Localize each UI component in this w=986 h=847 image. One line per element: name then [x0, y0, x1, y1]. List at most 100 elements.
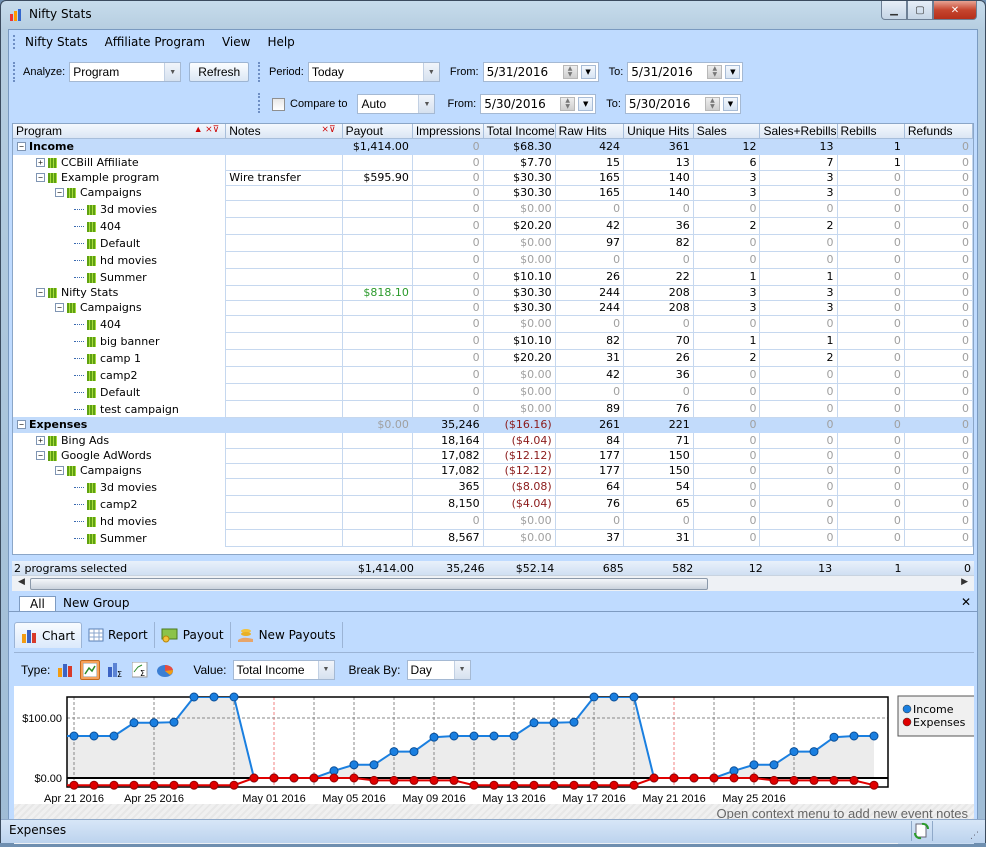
line-sum-icon[interactable]: Σ — [130, 660, 150, 680]
calendar-dropdown-icon[interactable]: ▼ — [578, 97, 594, 111]
minimize-button[interactable]: ▁ — [881, 1, 907, 20]
menu-affiliate-program[interactable]: Affiliate Program — [105, 35, 205, 49]
breakby-select[interactable]: Day ▼ — [406, 659, 471, 680]
pie-chart-icon[interactable] — [155, 660, 175, 680]
collapse-icon[interactable]: − — [55, 188, 64, 197]
sync-icon[interactable] — [911, 821, 933, 841]
spinner-icon[interactable]: ▲ ▼ — [560, 97, 576, 111]
column-header-total-income[interactable]: Total Income — [483, 124, 556, 139]
column-header-sales[interactable]: Sales — [693, 124, 761, 139]
table-row[interactable]: hd movies 0 $0.00 0 0 0 0 0 0 — [13, 251, 973, 269]
table-row[interactable]: 3d movies 365 ($8.08) 64 54 0 0 0 0 — [13, 478, 973, 496]
maximize-button[interactable]: ▢ — [907, 1, 933, 20]
compare-select[interactable]: Auto ▼ — [357, 94, 436, 114]
calendar-dropdown-icon[interactable]: ▼ — [725, 65, 741, 79]
analyze-select[interactable]: Program ▼ — [69, 62, 182, 82]
table-row[interactable]: − Campaigns 0 $30.30 165 140 3 3 0 0 — [13, 185, 973, 201]
close-button[interactable]: ✕ — [933, 1, 977, 20]
line-chart[interactable]: $100.00 $0.00 Apr 21 2016 Apr 25 2016 May 01… — [14, 686, 976, 805]
table-row[interactable]: − Nifty Stats $818.10 0 $30.30 244 208 3 3 0 0 — [13, 285, 973, 301]
filter-clear-icon[interactable]: ▲ ⨯⊽ — [194, 124, 220, 135]
column-header-raw-hits[interactable]: Raw Hits — [555, 124, 625, 139]
collapse-icon[interactable]: − — [36, 173, 45, 182]
table-row[interactable]: 404 0 $0.00 0 0 0 0 0 0 — [13, 315, 973, 333]
toolbar-grip[interactable] — [13, 62, 16, 82]
expand-icon[interactable]: + — [36, 436, 45, 445]
table-row[interactable]: camp2 8,150 ($4.04) 76 65 0 0 0 0 — [13, 495, 973, 513]
table-row[interactable]: test campaign 0 $0.00 89 76 0 0 0 0 — [13, 400, 973, 418]
menu-help[interactable]: Help — [267, 35, 294, 49]
group-row[interactable]: − Income $1,414.00 0 $68.30 424 361 12 13 1 0 — [13, 138, 973, 155]
bar-chart-icon[interactable] — [55, 660, 75, 680]
table-row[interactable]: big banner 0 $10.10 82 70 1 1 0 0 — [13, 332, 973, 350]
table-row[interactable]: 404 0 $20.20 42 36 2 2 0 0 — [13, 217, 973, 235]
collapse-icon[interactable]: − — [36, 451, 45, 460]
group-tab-all[interactable]: All — [19, 596, 56, 611]
table-row[interactable]: hd movies 0 $0.00 0 0 0 0 0 0 — [13, 512, 973, 530]
grid-horizontal-scrollbar[interactable]: ◀ ▶ — [12, 575, 974, 591]
calendar-dropdown-icon[interactable]: ▼ — [722, 97, 738, 111]
table-row[interactable]: Summer 8,567 $0.00 37 31 0 0 0 0 — [13, 529, 973, 547]
tab-new-payouts[interactable]: New Payouts — [231, 622, 343, 648]
group-tab-new-group[interactable]: New Group — [55, 596, 138, 610]
resize-grip-icon[interactable]: ⋰ — [970, 826, 979, 846]
group-row[interactable]: − Expenses $0.00 35,246 ($16.16) 261 221 0 0 0 0 — [13, 417, 973, 433]
table-row[interactable]: Summer 0 $10.10 26 22 1 1 0 0 — [13, 268, 973, 286]
scroll-thumb[interactable] — [30, 578, 708, 590]
compare-toolbar-grip[interactable] — [258, 93, 261, 113]
collapse-icon[interactable]: − — [36, 288, 45, 297]
scroll-left-icon[interactable]: ◀ — [18, 577, 25, 587]
from-date-picker[interactable]: 5/31/2016 ▲ ▼ ▼ — [482, 62, 599, 82]
compare-to-date-picker[interactable]: 5/30/2016 ▲ ▼ ▼ — [624, 94, 741, 114]
table-row[interactable]: − Example program Wire transfer $595.90 0 $30… — [13, 170, 973, 186]
value-select[interactable]: Total Income ▼ — [232, 659, 335, 680]
table-row[interactable]: − Google AdWords 17,082 ($12.12) 177 150 0 0 0 0 — [13, 448, 973, 464]
menu-view[interactable]: View — [222, 35, 250, 49]
collapse-icon[interactable]: − — [55, 303, 64, 312]
column-header-program[interactable]: Program ▲ ⨯⊽ — [13, 124, 227, 139]
tab-report[interactable]: Report — [82, 622, 155, 648]
table-row[interactable]: + Bing Ads 18,164 ($4.04) 84 71 0 0 0 0 — [13, 432, 973, 449]
scroll-right-icon[interactable]: ▶ — [961, 577, 968, 587]
column-header-sales-rebills[interactable]: Sales+Rebills — [759, 124, 838, 139]
close-icon[interactable]: ✕ — [961, 595, 971, 609]
table-row[interactable]: − Campaigns 17,082 ($12.12) 177 150 0 0 0 0 — [13, 463, 973, 479]
collapse-icon[interactable]: − — [17, 420, 26, 429]
table-row[interactable]: camp2 0 $0.00 42 36 0 0 0 0 — [13, 366, 973, 384]
stacked-bar-sum-icon[interactable]: Σ — [105, 660, 125, 680]
table-row[interactable]: − Campaigns 0 $30.30 244 208 3 3 0 0 — [13, 300, 973, 316]
column-header-payout[interactable]: Payout — [342, 124, 413, 139]
menu-nifty-stats[interactable]: Nifty Stats — [25, 35, 88, 49]
tab-chart[interactable]: Chart — [14, 622, 82, 648]
filter-clear-icon[interactable]: ⨯⊽ — [321, 124, 335, 135]
column-header-refunds[interactable]: Refunds — [904, 124, 973, 139]
table-row[interactable]: camp 1 0 $20.20 31 26 2 2 0 0 — [13, 349, 973, 367]
line-chart-icon[interactable] — [80, 659, 101, 680]
sales-cell: 1 — [693, 332, 761, 350]
compare-checkbox[interactable] — [272, 97, 285, 111]
to-date-picker[interactable]: 5/31/2016 ▲ ▼ ▼ — [627, 62, 744, 82]
collapse-icon[interactable]: − — [17, 142, 26, 151]
calendar-dropdown-icon[interactable]: ▼ — [580, 65, 596, 79]
table-row[interactable]: 3d movies 0 $0.00 0 0 0 0 0 0 — [13, 200, 973, 218]
table-row[interactable]: Default 0 $0.00 97 82 0 0 0 0 — [13, 234, 973, 252]
spinner-icon[interactable]: ▲ ▼ — [562, 65, 578, 79]
column-header-notes[interactable]: Notes ⨯⊽ — [225, 124, 343, 139]
period-toolbar-grip[interactable] — [258, 62, 261, 82]
table-row[interactable]: Default 0 $0.00 0 0 0 0 0 0 — [13, 383, 973, 401]
table-row[interactable]: + CCBill Affiliate 0 $7.70 15 13 6 7 1 0 — [13, 154, 973, 171]
tab-payout[interactable]: Payout — [155, 622, 231, 648]
collapse-icon[interactable]: − — [55, 466, 64, 475]
period-select[interactable]: Today ▼ — [307, 62, 440, 82]
expand-icon[interactable]: + — [36, 158, 45, 167]
compare-from-date-picker[interactable]: 5/30/2016 ▲ ▼ ▼ — [480, 94, 597, 114]
window-title: Nifty Stats — [29, 7, 92, 21]
data-point-income — [209, 692, 219, 702]
spinner-icon[interactable]: ▲ ▼ — [704, 97, 720, 111]
column-header-rebills[interactable]: Rebills — [837, 124, 905, 139]
spinner-icon[interactable]: ▲ ▼ — [707, 65, 723, 79]
notes-cell — [225, 138, 343, 155]
column-header-unique-hits[interactable]: Unique Hits — [623, 124, 694, 139]
column-header-impressions[interactable]: Impressions — [412, 124, 484, 139]
refresh-button[interactable]: Refresh — [189, 62, 250, 82]
